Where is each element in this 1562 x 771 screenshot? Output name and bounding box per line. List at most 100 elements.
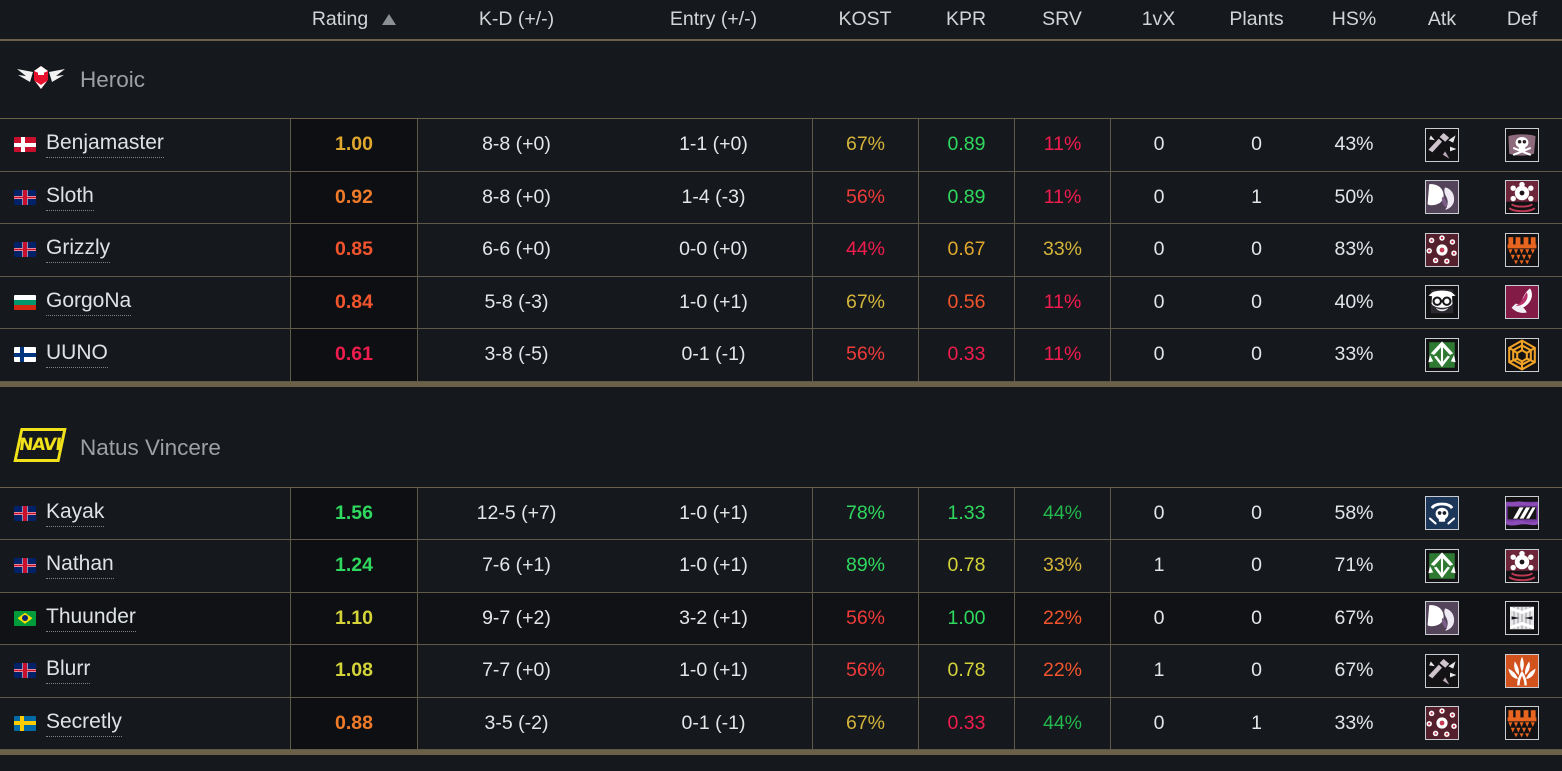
sledge-icon[interactable] xyxy=(1425,653,1459,688)
player-name-link[interactable]: Benjamaster xyxy=(46,131,164,159)
ying-icon[interactable] xyxy=(1425,285,1459,320)
player-stats-scoreboard: Rating K-D (+/-) Entry (+/-) KOST KPR SR… xyxy=(0,0,1562,771)
player-cell[interactable]: Nathan xyxy=(0,540,290,592)
castle-icon[interactable] xyxy=(1505,706,1539,741)
united-kingdom-flag xyxy=(14,558,36,574)
ash-icon[interactable] xyxy=(1425,496,1459,531)
team-header[interactable]: NAVI Natus Vincere xyxy=(0,410,1562,488)
column-header-kd[interactable]: K-D (+/-) xyxy=(418,8,615,31)
rating-cell: 1.00 xyxy=(290,119,418,171)
kost-cell: 67% xyxy=(812,119,918,171)
column-header-plants[interactable]: Plants xyxy=(1207,8,1306,31)
mute-icon[interactable] xyxy=(1505,548,1539,583)
entry-cell: 1-0 (+1) xyxy=(679,290,748,313)
operator-atk-cell xyxy=(1402,232,1482,267)
player-name-link[interactable]: Nathan xyxy=(46,552,114,580)
heroic-logo xyxy=(14,60,68,100)
onevx-cell: 0 xyxy=(1110,329,1207,381)
player-cell[interactable]: UUNO xyxy=(0,329,290,381)
table-row[interactable]: Blurr 1.08 7-7 (+0) 1-0 (+1) 56% 0.78 22% 1 0 67% xyxy=(0,645,1562,698)
caveira-icon[interactable] xyxy=(1505,127,1539,162)
goyo-icon[interactable] xyxy=(1505,653,1539,688)
team-spacer xyxy=(0,387,1562,410)
column-header-rating-label: Rating xyxy=(311,8,369,30)
operator-atk-cell xyxy=(1402,180,1482,215)
rating-cell: 0.84 xyxy=(290,276,418,328)
player-name-link[interactable]: Sloth xyxy=(46,184,94,211)
castle-icon[interactable] xyxy=(1505,232,1539,267)
column-header-hs[interactable]: HS% xyxy=(1306,8,1402,31)
player-cell[interactable]: Sloth xyxy=(0,172,290,224)
player-cell[interactable]: GorgoNa xyxy=(0,277,290,329)
table-row[interactable]: Benjamaster 1.00 8-8 (+0) 1-1 (+0) 67% 0.89 11… xyxy=(0,119,1562,172)
zofia-icon[interactable] xyxy=(1425,548,1459,583)
operator-def-cell xyxy=(1482,653,1562,688)
table-row[interactable]: Thuunder 1.10 9-7 (+2) 3-2 (+1) 56% 1.00 22% 0 0… xyxy=(0,592,1562,645)
entry-cell: 1-1 (+0) xyxy=(679,133,748,156)
player-name-link[interactable]: GorgoNa xyxy=(46,289,132,316)
player-name-link[interactable]: Grizzly xyxy=(46,236,111,264)
operator-def-cell xyxy=(1482,337,1562,372)
table-row[interactable]: Nathan 1.24 7-6 (+1) 1-0 (+1) 89% 0.78 33% 1 0 71… xyxy=(0,540,1562,593)
player-name-link[interactable]: Thuunder xyxy=(46,605,136,632)
rating-cell: 0.85 xyxy=(290,224,418,276)
table-row[interactable]: Kayak 1.56 12-5 (+7) 1-0 (+1) 78% 1.33 44% 0 0 58… xyxy=(0,487,1562,540)
hs-cell: 40% xyxy=(1334,290,1374,313)
zofia-icon[interactable] xyxy=(1425,337,1459,372)
thatcher-icon[interactable] xyxy=(1425,232,1459,267)
table-row[interactable]: Secretly 0.88 3-5 (-2) 0-1 (-1) 67% 0.33 44% 0 1… xyxy=(0,697,1562,750)
kaid-icon[interactable] xyxy=(1505,496,1539,531)
srv-cell: 22% xyxy=(1014,645,1110,697)
column-header-kpr[interactable]: KPR xyxy=(918,8,1014,31)
rating-cell: 1.24 xyxy=(290,540,418,592)
player-cell[interactable]: Secretly xyxy=(0,698,290,750)
nomad-icon[interactable] xyxy=(1425,180,1459,215)
player-name-link[interactable]: UUNO xyxy=(46,341,108,369)
column-header-kost[interactable]: KOST xyxy=(812,8,918,31)
player-name-link[interactable]: Blurr xyxy=(46,657,91,685)
clash-icon[interactable] xyxy=(1505,601,1539,636)
player-name-link[interactable]: Kayak xyxy=(46,500,105,527)
player-cell[interactable]: Thuunder xyxy=(0,593,290,645)
kost-cell: 67% xyxy=(812,697,918,749)
nomad-icon[interactable] xyxy=(1425,601,1459,636)
entry-cell: 0-1 (-1) xyxy=(681,343,746,366)
kpr-cell: 0.78 xyxy=(918,645,1014,697)
kd-cell: 6-6 (+0) xyxy=(482,238,551,261)
doc-icon[interactable] xyxy=(1505,285,1539,320)
kd-cell: 3-5 (-2) xyxy=(484,711,549,734)
united-kingdom-flag xyxy=(14,189,36,205)
mira-icon[interactable] xyxy=(1505,337,1539,372)
column-header-def: Def xyxy=(1506,8,1538,30)
column-header-srv[interactable]: SRV xyxy=(1014,8,1110,31)
column-header-1vx[interactable]: 1vX xyxy=(1110,8,1207,31)
srv-cell: 11% xyxy=(1014,276,1110,328)
player-cell[interactable]: Blurr xyxy=(0,645,290,697)
hs-cell: 67% xyxy=(1334,606,1374,629)
team-header[interactable]: Heroic xyxy=(0,41,1562,119)
kost-cell: 44% xyxy=(812,224,918,276)
column-header-entry[interactable]: Entry (+/-) xyxy=(615,8,812,31)
kost-cell: 56% xyxy=(812,645,918,697)
thatcher-icon[interactable] xyxy=(1425,706,1459,741)
table-row[interactable]: Grizzly 0.85 6-6 (+0) 0-0 (+0) 44% 0.67 33% 0 0 8… xyxy=(0,224,1562,277)
player-cell[interactable]: Kayak xyxy=(0,488,290,540)
mute-icon[interactable] xyxy=(1505,180,1539,215)
table-row[interactable]: GorgoNa 0.84 5-8 (-3) 1-0 (+1) 67% 0.56 11% 0 0 4… xyxy=(0,276,1562,329)
player-cell[interactable]: Grizzly xyxy=(0,224,290,276)
kd-cell: 7-6 (+1) xyxy=(482,554,551,577)
table-row[interactable]: Sloth 0.92 8-8 (+0) 1-4 (-3) 56% 0.89 11% 0 1 50% xyxy=(0,171,1562,224)
player-cell[interactable]: Benjamaster xyxy=(0,119,290,171)
sledge-icon[interactable] xyxy=(1425,127,1459,162)
sort-arrow-up-icon[interactable] xyxy=(382,14,397,25)
team-block-divider xyxy=(0,750,1562,755)
rating-cell: 0.61 xyxy=(290,329,418,381)
player-name-link[interactable]: Secretly xyxy=(46,710,122,737)
navi-logo: NAVI xyxy=(13,428,68,468)
rating-cell: 0.88 xyxy=(290,697,418,749)
onevx-cell: 0 xyxy=(1110,119,1207,171)
column-header-rating[interactable]: Rating xyxy=(290,8,418,31)
table-row[interactable]: UUNO 0.61 3-8 (-5) 0-1 (-1) 56% 0.33 11% 0 0 33% xyxy=(0,329,1562,382)
finland-flag xyxy=(14,347,36,363)
operator-atk-cell xyxy=(1402,496,1482,531)
